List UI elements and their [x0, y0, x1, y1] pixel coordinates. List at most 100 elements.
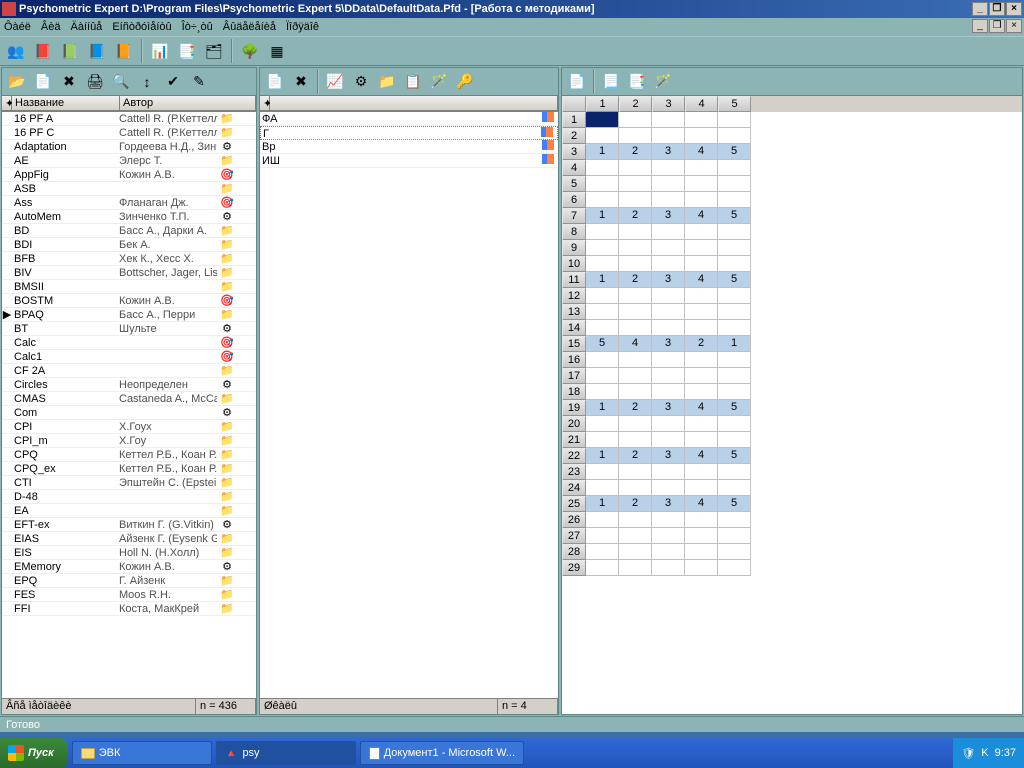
list-item[interactable]: Com⚙	[2, 406, 256, 420]
row-header[interactable]: 16	[562, 352, 586, 368]
tray-icon[interactable]: 🛡	[961, 747, 975, 760]
new-icon[interactable]: 📄	[565, 70, 589, 94]
folder-icon[interactable]: 📁	[375, 70, 399, 94]
row-header[interactable]: 7	[562, 208, 586, 224]
taskbar-item[interactable]: Документ1 - Microsoft W...	[360, 741, 524, 765]
list-item[interactable]: EISHoll N. (Н.Холл)📁	[2, 546, 256, 560]
grid-cell[interactable]	[619, 304, 652, 320]
grid-cell[interactable]	[718, 544, 751, 560]
grid-cell[interactable]	[652, 224, 685, 240]
author-col[interactable]: Автор	[120, 96, 256, 111]
grid-cell[interactable]: 2	[619, 400, 652, 416]
grid-cell[interactable]	[718, 432, 751, 448]
name-col[interactable]: Название	[12, 96, 120, 111]
row-header[interactable]: 9	[562, 240, 586, 256]
grid-cell[interactable]	[652, 320, 685, 336]
row-header[interactable]: 19	[562, 400, 586, 416]
col-header[interactable]: 5	[718, 96, 751, 112]
list-item[interactable]: CMASCastaneda A., McCar📁	[2, 392, 256, 406]
grid-cell[interactable]	[619, 432, 652, 448]
sheet-icon[interactable]: 📃	[599, 70, 623, 94]
grid-cell[interactable]	[718, 176, 751, 192]
list-item[interactable]: AssФланаган Дж.🎯	[2, 196, 256, 210]
grid-cell[interactable]: 3	[652, 496, 685, 512]
list-item[interactable]: BTШульте⚙	[2, 322, 256, 336]
find-icon[interactable]: 🔍	[109, 70, 133, 94]
marker-col[interactable]: ✦	[260, 96, 270, 111]
grid-cell[interactable]	[652, 176, 685, 192]
grid-cell[interactable]	[586, 160, 619, 176]
grid-cell[interactable]	[685, 432, 718, 448]
key-icon[interactable]: 🔑	[453, 70, 477, 94]
grid-cell[interactable]	[718, 128, 751, 144]
grid-cell[interactable]: 1	[586, 272, 619, 288]
tray-icon[interactable]: K	[981, 747, 988, 759]
grid-cell[interactable]	[685, 528, 718, 544]
grid-cell[interactable]	[586, 528, 619, 544]
row-header[interactable]: 10	[562, 256, 586, 272]
grid-cell[interactable]	[586, 112, 619, 128]
grid-cell[interactable]	[718, 416, 751, 432]
sort-icon[interactable]: ↕	[135, 70, 159, 94]
grid-cell[interactable]	[619, 224, 652, 240]
grid-cell[interactable]: 3	[652, 144, 685, 160]
grid-cell[interactable]	[652, 112, 685, 128]
grid-cell[interactable]	[619, 176, 652, 192]
delete-icon[interactable]: ✖	[289, 70, 313, 94]
menu-item[interactable]: Âèä	[41, 21, 61, 33]
tool-card-icon[interactable]: 🗂	[202, 39, 226, 63]
row-header[interactable]: 29	[562, 560, 586, 576]
grid-cell[interactable]	[652, 368, 685, 384]
row-header[interactable]: 17	[562, 368, 586, 384]
menu-item[interactable]: Äàííûå	[71, 21, 103, 33]
grid-cell[interactable]	[718, 560, 751, 576]
grid-cell[interactable]	[586, 304, 619, 320]
list-item[interactable]: D-48📁	[2, 490, 256, 504]
grid-cell[interactable]: 4	[619, 336, 652, 352]
row-header[interactable]: 6	[562, 192, 586, 208]
list-item[interactable]: CPIХ.Гоух📁	[2, 420, 256, 434]
taskbar-item[interactable]: ЭВК	[72, 741, 212, 765]
grid-cell[interactable]	[619, 368, 652, 384]
row-header[interactable]: 1	[562, 112, 586, 128]
config-icon[interactable]: ⚙	[349, 70, 373, 94]
start-button[interactable]: Пуск	[0, 738, 68, 768]
row-header[interactable]: 11	[562, 272, 586, 288]
grid-cell[interactable]	[619, 240, 652, 256]
list-item[interactable]: FFIКоста, МакКрей📁	[2, 602, 256, 616]
grid-cell[interactable]	[718, 320, 751, 336]
grid-cell[interactable]: 4	[685, 208, 718, 224]
row-header[interactable]: 22	[562, 448, 586, 464]
print-icon[interactable]: 🖨	[83, 70, 107, 94]
row-header[interactable]: 12	[562, 288, 586, 304]
grid-cell[interactable]	[652, 528, 685, 544]
grid-cell[interactable]	[619, 528, 652, 544]
grid-cell[interactable]	[619, 352, 652, 368]
grid-cell[interactable]	[586, 320, 619, 336]
grid-cell[interactable]	[685, 128, 718, 144]
grid-cell[interactable]	[652, 464, 685, 480]
list-item[interactable]: 16 PF CCattell R. (Р.Кеттелл📁	[2, 126, 256, 140]
grid-cell[interactable]	[718, 512, 751, 528]
grid-row[interactable]: 16	[562, 352, 1022, 368]
list-item[interactable]: CPQКеттел Р.Б., Коан Р.📁	[2, 448, 256, 462]
grid-cell[interactable]	[619, 160, 652, 176]
scale-col[interactable]	[270, 96, 558, 111]
grid-cell[interactable]	[652, 240, 685, 256]
grid-cell[interactable]: 5	[718, 496, 751, 512]
grid-cell[interactable]: 2	[619, 144, 652, 160]
list-item[interactable]: Вр	[260, 140, 558, 154]
tool-people-icon[interactable]: 👥	[4, 39, 28, 63]
tool-book3-icon[interactable]: 📘	[85, 39, 109, 63]
grid-cell[interactable]: 1	[586, 208, 619, 224]
list-item[interactable]: BIVBottscher, Jager, Lisc📁	[2, 266, 256, 280]
row-header[interactable]: 21	[562, 432, 586, 448]
row-header[interactable]: 18	[562, 384, 586, 400]
list-item[interactable]: CTIЭпштейн С. (Epstein📁	[2, 476, 256, 490]
minimize-button[interactable]: _	[972, 2, 988, 16]
grid-row[interactable]: 24	[562, 480, 1022, 496]
grid-cell[interactable]	[652, 432, 685, 448]
list-item[interactable]: Calc🎯	[2, 336, 256, 350]
tool-book4-icon[interactable]: 📙	[112, 39, 136, 63]
grid-cell[interactable]	[586, 224, 619, 240]
